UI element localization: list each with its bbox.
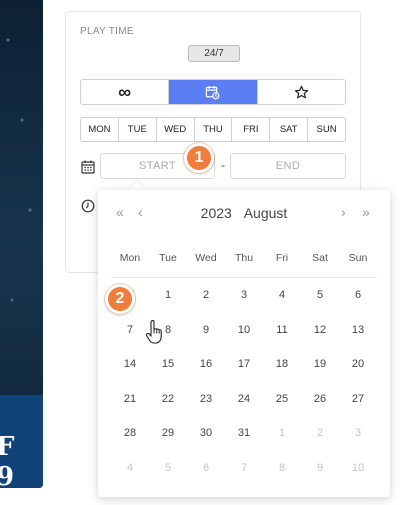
calendar-day[interactable]: 27 [339,390,377,425]
calendar-title: 2023 August [98,205,390,221]
calendar-week: 4 5 6 7 8 9 10 [111,459,377,494]
calendar-clock-icon [206,85,220,99]
calendar-day[interactable]: 4 [263,286,301,321]
mode-tabs: ∞ [80,79,346,105]
end-date-input[interactable]: END [230,153,346,179]
calendar-day-outside-month[interactable]: 5 [149,459,187,494]
calendar-weekdays: Mon Tue Wed Thu Fri Sat Sun [111,252,377,264]
calendar-day-outside-month[interactable]: 1 [263,424,301,459]
calendar-day[interactable]: 31 [225,424,263,459]
calendar-day[interactable]: 16 [187,355,225,390]
calendar-day[interactable]: 9 [187,321,225,356]
step-marker-1: 1 [184,143,214,173]
weekday-label: Fri [275,252,289,264]
mode-tab-schedule[interactable] [169,80,258,104]
calendar-day[interactable]: 20 [339,355,377,390]
calendar-day[interactable]: 18 [263,355,301,390]
calendar-day-outside-month[interactable]: 2 [301,424,339,459]
weekday-label: Sun [348,252,368,264]
calendar-week: 21 22 23 24 25 26 27 [111,390,377,425]
calendar-day[interactable]: 15 [149,355,187,390]
calendar-day[interactable]: 10 [225,321,263,356]
calendar-day[interactable]: 14 [111,355,149,390]
weekday-label: Mon [119,252,141,264]
calendar-day[interactable]: 24 [225,390,263,425]
calendar-day[interactable]: 19 [301,355,339,390]
calendar-day[interactable]: 26 [301,390,339,425]
calendar-caret [128,181,146,190]
star-icon [294,85,309,98]
calendar-day-outside-month[interactable]: 8 [263,459,301,494]
calendar-week: 31123456 [111,286,377,321]
calendar-week: 14 15 16 17 18 19 20 [111,355,377,390]
calendar-day-outside-month[interactable]: 7 [225,459,263,494]
calendar-day[interactable]: 7 [111,321,149,356]
mode-tab-always[interactable]: ∞ [81,80,170,104]
calendar-year[interactable]: 2023 [201,205,232,221]
calendar-day[interactable]: 13 [339,321,377,356]
calendar-day[interactable]: 11 [263,321,301,356]
date-range-separator: - [221,158,225,172]
calendar-day[interactable]: 25 [263,390,301,425]
day-tue[interactable]: TUE [119,118,157,141]
infinity-icon: ∞ [118,81,132,102]
day-sat[interactable]: SAT [270,118,309,141]
day-thu[interactable]: THU [195,118,233,141]
calendar-grid: 3112345678910111213141516171819202122232… [111,286,377,493]
background-image: F 9 [0,0,43,488]
calendar-day[interactable]: 22 [149,390,187,425]
calendar-month[interactable]: August [244,205,288,221]
calendar-day[interactable]: 29 [149,424,187,459]
day-fri[interactable]: FRI [232,118,271,141]
weekday-label: Wed [195,252,217,264]
day-mon[interactable]: MON [81,118,119,141]
calendar-day[interactable]: 2 [187,286,225,321]
hand-cursor-icon [145,320,162,344]
calendar-day[interactable]: 12 [301,321,339,356]
weekday-selector: MON TUE WED THU FRI SAT SUN [80,117,346,142]
calendar-day[interactable]: 6 [339,286,377,321]
calendar-day-outside-month[interactable]: 10 [339,459,377,494]
calendar-day[interactable]: 28 [111,424,149,459]
calendar-week: 28 29 30 31 1 2 3 [111,424,377,459]
calendar-divider [111,277,377,278]
weekday-label: Thu [234,252,254,264]
calendar-day[interactable]: 17 [225,355,263,390]
calendar-day-outside-month[interactable]: 4 [111,459,149,494]
day-wed[interactable]: WED [157,118,195,141]
calendar-day-outside-month[interactable]: 9 [301,459,339,494]
clock-icon [81,199,95,213]
stage: F 9 PLAY TIME 24/7 ∞ MON TUE WED THU FRI… [0,0,410,505]
section-title: PLAY TIME [80,26,134,37]
mode-tab-favorite[interactable] [258,80,345,104]
weekday-label: Tue [159,252,177,264]
calendar-day[interactable]: 5 [301,286,339,321]
background-text: F 9 [0,432,17,488]
calendar-day-outside-month[interactable]: 3 [339,424,377,459]
calendar-day[interactable]: 3 [225,286,263,321]
calendar-day[interactable]: 1 [149,286,187,321]
calendar-day[interactable]: 23 [187,390,225,425]
calendar-day-outside-month[interactable]: 6 [187,459,225,494]
next-year-button[interactable]: » [362,204,370,220]
day-sun[interactable]: SUN [308,118,345,141]
calendar-icon [81,160,95,174]
calendar-header: « ‹ 2023 August › » [98,204,390,224]
calendar-day[interactable]: 21 [111,390,149,425]
play-time-badge: 24/7 [188,45,240,62]
calendar-day[interactable]: 30 [187,424,225,459]
step-marker-2: 2 [105,284,135,314]
weekday-label: Sat [312,252,328,264]
date-picker-popup: « ‹ 2023 August › » Mon Tue Wed Thu Fri … [98,190,390,497]
next-month-button[interactable]: › [341,204,346,220]
